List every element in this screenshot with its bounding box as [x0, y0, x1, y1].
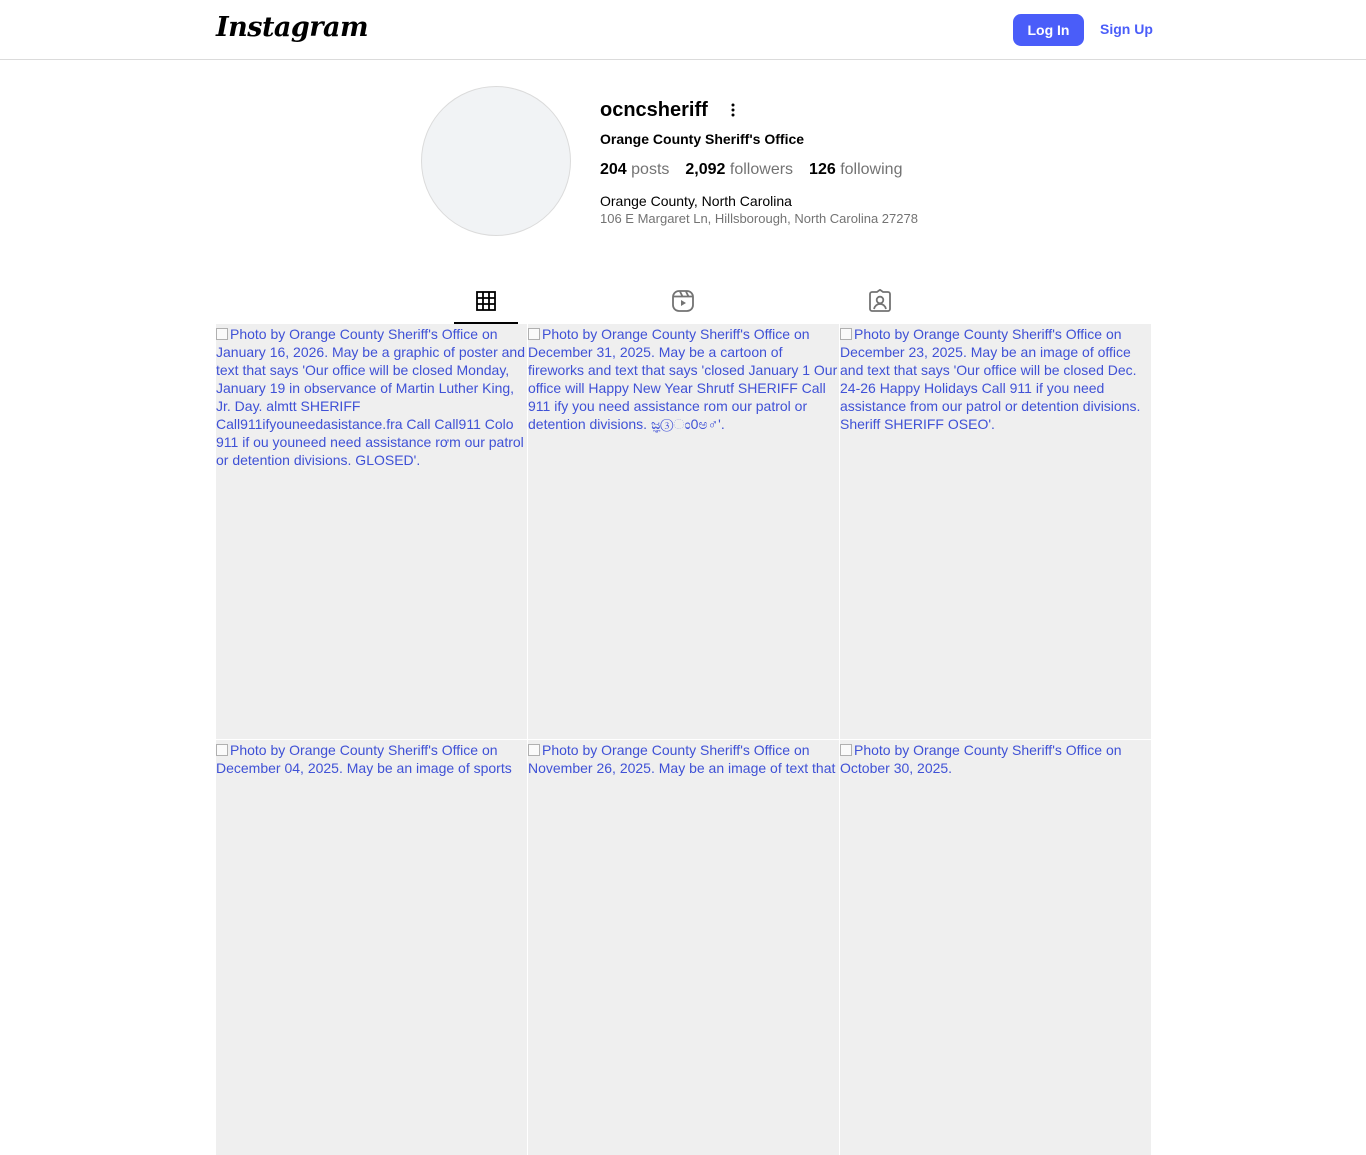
post-alt-text: Photo by Orange County Sheriff's Office … — [216, 326, 525, 468]
post-alt-text: Photo by Orange County Sheriff's Office … — [528, 326, 838, 432]
top-navigation-bar: Instagram Log In Sign Up — [0, 0, 1366, 60]
post-alt-text: Photo by Orange County Sheriff's Office … — [840, 742, 1122, 776]
profile-avatar — [421, 86, 571, 236]
post-tile[interactable]: Photo by Orange County Sheriff's Office … — [528, 740, 839, 1155]
following-count: 126 — [809, 161, 836, 178]
grid-icon — [476, 290, 496, 311]
tagged-icon — [869, 289, 891, 312]
posts-stat: 204 posts — [600, 161, 669, 179]
post-tile[interactable]: Photo by Orange County Sheriff's Office … — [216, 740, 527, 1155]
broken-image-icon — [528, 328, 540, 340]
instagram-logo[interactable]: Instagram — [216, 12, 369, 43]
profile-tabs — [216, 279, 1151, 324]
more-options-icon[interactable] — [726, 100, 740, 120]
signup-link[interactable]: Sign Up — [1100, 21, 1153, 37]
profile-full-name: Orange County Sheriff's Office — [600, 131, 805, 147]
post-alt-text: Photo by Orange County Sheriff's Office … — [216, 742, 512, 776]
broken-image-icon — [840, 744, 852, 756]
post-tile[interactable]: Photo by Orange County Sheriff's Office … — [216, 324, 527, 739]
post-tile[interactable]: Photo by Orange County Sheriff's Office … — [840, 324, 1151, 739]
post-alt-text: Photo by Orange County Sheriff's Office … — [528, 742, 836, 776]
profile-location: Orange County, North Carolina — [600, 193, 792, 209]
followers-label: followers — [729, 161, 794, 178]
broken-image-icon — [840, 328, 852, 340]
tab-reels[interactable] — [651, 279, 715, 323]
posts-count: 204 — [600, 161, 627, 178]
profile-stats: 204 posts 2,092 followers 126 following — [600, 161, 902, 179]
profile-username: ocncsheriff — [600, 99, 708, 121]
tab-tagged[interactable] — [848, 279, 912, 323]
tab-posts[interactable] — [454, 279, 518, 324]
following-stat[interactable]: 126 following — [809, 161, 902, 179]
profile-address: 106 E Margaret Ln, Hillsborough, North C… — [600, 211, 918, 226]
broken-image-icon — [528, 744, 540, 756]
broken-image-icon — [216, 744, 228, 756]
followers-count: 2,092 — [685, 161, 726, 178]
post-tile[interactable]: Photo by Orange County Sheriff's Office … — [840, 740, 1151, 1155]
followers-stat[interactable]: 2,092 followers — [685, 161, 793, 179]
following-label: following — [840, 161, 903, 178]
login-button[interactable]: Log In — [1013, 14, 1084, 46]
broken-image-icon — [216, 328, 228, 340]
post-tile[interactable]: Photo by Orange County Sheriff's Office … — [528, 324, 839, 739]
reels-icon — [672, 290, 694, 312]
post-alt-text: Photo by Orange County Sheriff's Office … — [840, 326, 1141, 432]
posts-label: posts — [631, 161, 670, 178]
